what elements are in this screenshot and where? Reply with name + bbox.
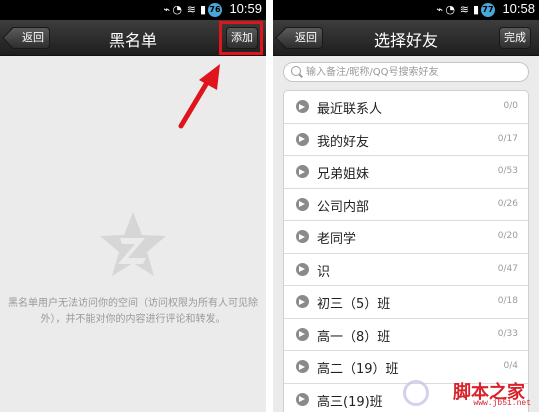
group-name: 初三（5）班	[317, 297, 391, 312]
group-row[interactable]: 老同学 0/20	[284, 221, 528, 254]
chevron-right-icon	[296, 132, 309, 146]
group-name: 高三(19)班	[317, 394, 383, 410]
qzone-star-icon	[100, 212, 166, 276]
group-row[interactable]: 兄弟姐妹 0/53	[284, 156, 528, 189]
chevron-right-icon	[296, 230, 309, 243]
watermark-logo-icon	[403, 380, 429, 406]
search-box[interactable]	[283, 62, 529, 82]
add-button-highlight	[219, 21, 263, 55]
chevron-right-icon	[296, 100, 309, 113]
status-bar: ⌁ ◔ ≋ ▮ 77 10:58	[273, 0, 539, 20]
status-bar: ⌁ ◔ ≋ ▮ 76 10:59	[0, 0, 266, 20]
group-name: 公司内部	[317, 199, 370, 215]
signal-icon: ▮	[472, 3, 479, 16]
group-name: 高一（8）班	[317, 329, 391, 345]
usb-icon: ⌁	[436, 3, 443, 16]
watermark-url: www.jb51.net	[473, 399, 531, 408]
blacklist-screen: ⌁ ◔ ≋ ▮ 76 10:59 返回 黑名单 添加 黑名单用户无法访问你的空间…	[0, 0, 266, 412]
status-time: 10:59	[229, 1, 262, 16]
wifi-icon: ≋	[459, 3, 469, 16]
battery-icon: 77	[481, 3, 495, 17]
alarm-icon: ◔	[172, 3, 182, 16]
chevron-right-icon	[296, 360, 309, 373]
group-row[interactable]: 高一（8）班 0/33	[284, 319, 528, 351]
group-count: 0/26	[497, 198, 518, 209]
group-row[interactable]: 我的好友 0/17	[284, 124, 528, 156]
pointer-arrow-icon	[178, 64, 220, 129]
group-count: 0/53	[497, 166, 518, 176]
empty-message: 黑名单用户无法访问你的空间（访问权限为所有人可见除外），并不能对你的内容进行评论…	[8, 298, 258, 325]
select-friend-screen: ⌁ ◔ ≋ ▮ 77 10:58 返回 选择好友 完成 最近联系人 0/0 我的好…	[273, 0, 539, 412]
chevron-right-icon	[296, 327, 309, 341]
group-name: 高二（19）班	[317, 362, 399, 377]
group-count: 0/0	[503, 101, 518, 111]
group-count: 0/17	[497, 133, 518, 144]
group-name: 老同学	[317, 232, 357, 247]
title-bar: 返回 黑名单 添加	[0, 20, 266, 56]
alarm-icon: ◔	[445, 3, 455, 16]
search-icon	[291, 66, 301, 76]
group-row[interactable]: 识 0/47	[284, 254, 528, 286]
status-time: 10:58	[502, 1, 535, 16]
group-row[interactable]: 初三（5）班 0/18	[284, 286, 528, 319]
search-input[interactable]	[306, 64, 521, 80]
chevron-right-icon	[296, 165, 309, 178]
friend-group-list: 最近联系人 0/0 我的好友 0/17 兄弟姐妹 0/53 公司内部 0/26 老同学 0…	[283, 90, 529, 412]
group-name: 我的好友	[317, 134, 370, 150]
chevron-right-icon	[296, 295, 309, 308]
group-count: 0/18	[497, 296, 518, 306]
battery-icon: 76	[208, 3, 222, 17]
group-row[interactable]: 公司内部 0/26	[284, 189, 528, 221]
done-button[interactable]: 完成	[499, 27, 531, 49]
signal-icon: ▮	[199, 3, 206, 16]
chevron-right-icon	[296, 392, 309, 406]
group-count: 0/4	[503, 361, 518, 371]
title-bar: 返回 选择好友 完成	[273, 20, 539, 56]
chevron-right-icon	[296, 262, 309, 276]
group-count: 0/20	[497, 231, 518, 241]
usb-icon: ⌁	[163, 3, 170, 16]
chevron-right-icon	[296, 197, 309, 211]
group-name: 最近联系人	[317, 102, 383, 117]
group-count: 0/33	[497, 328, 518, 339]
group-name: 识	[317, 264, 331, 280]
group-count: 0/47	[497, 263, 518, 274]
wifi-icon: ≋	[186, 3, 196, 16]
group-row[interactable]: 最近联系人 0/0	[284, 91, 528, 124]
site-watermark: 脚本之家 www.jb51.net	[383, 378, 533, 408]
group-name: 兄弟姐妹	[317, 167, 370, 182]
